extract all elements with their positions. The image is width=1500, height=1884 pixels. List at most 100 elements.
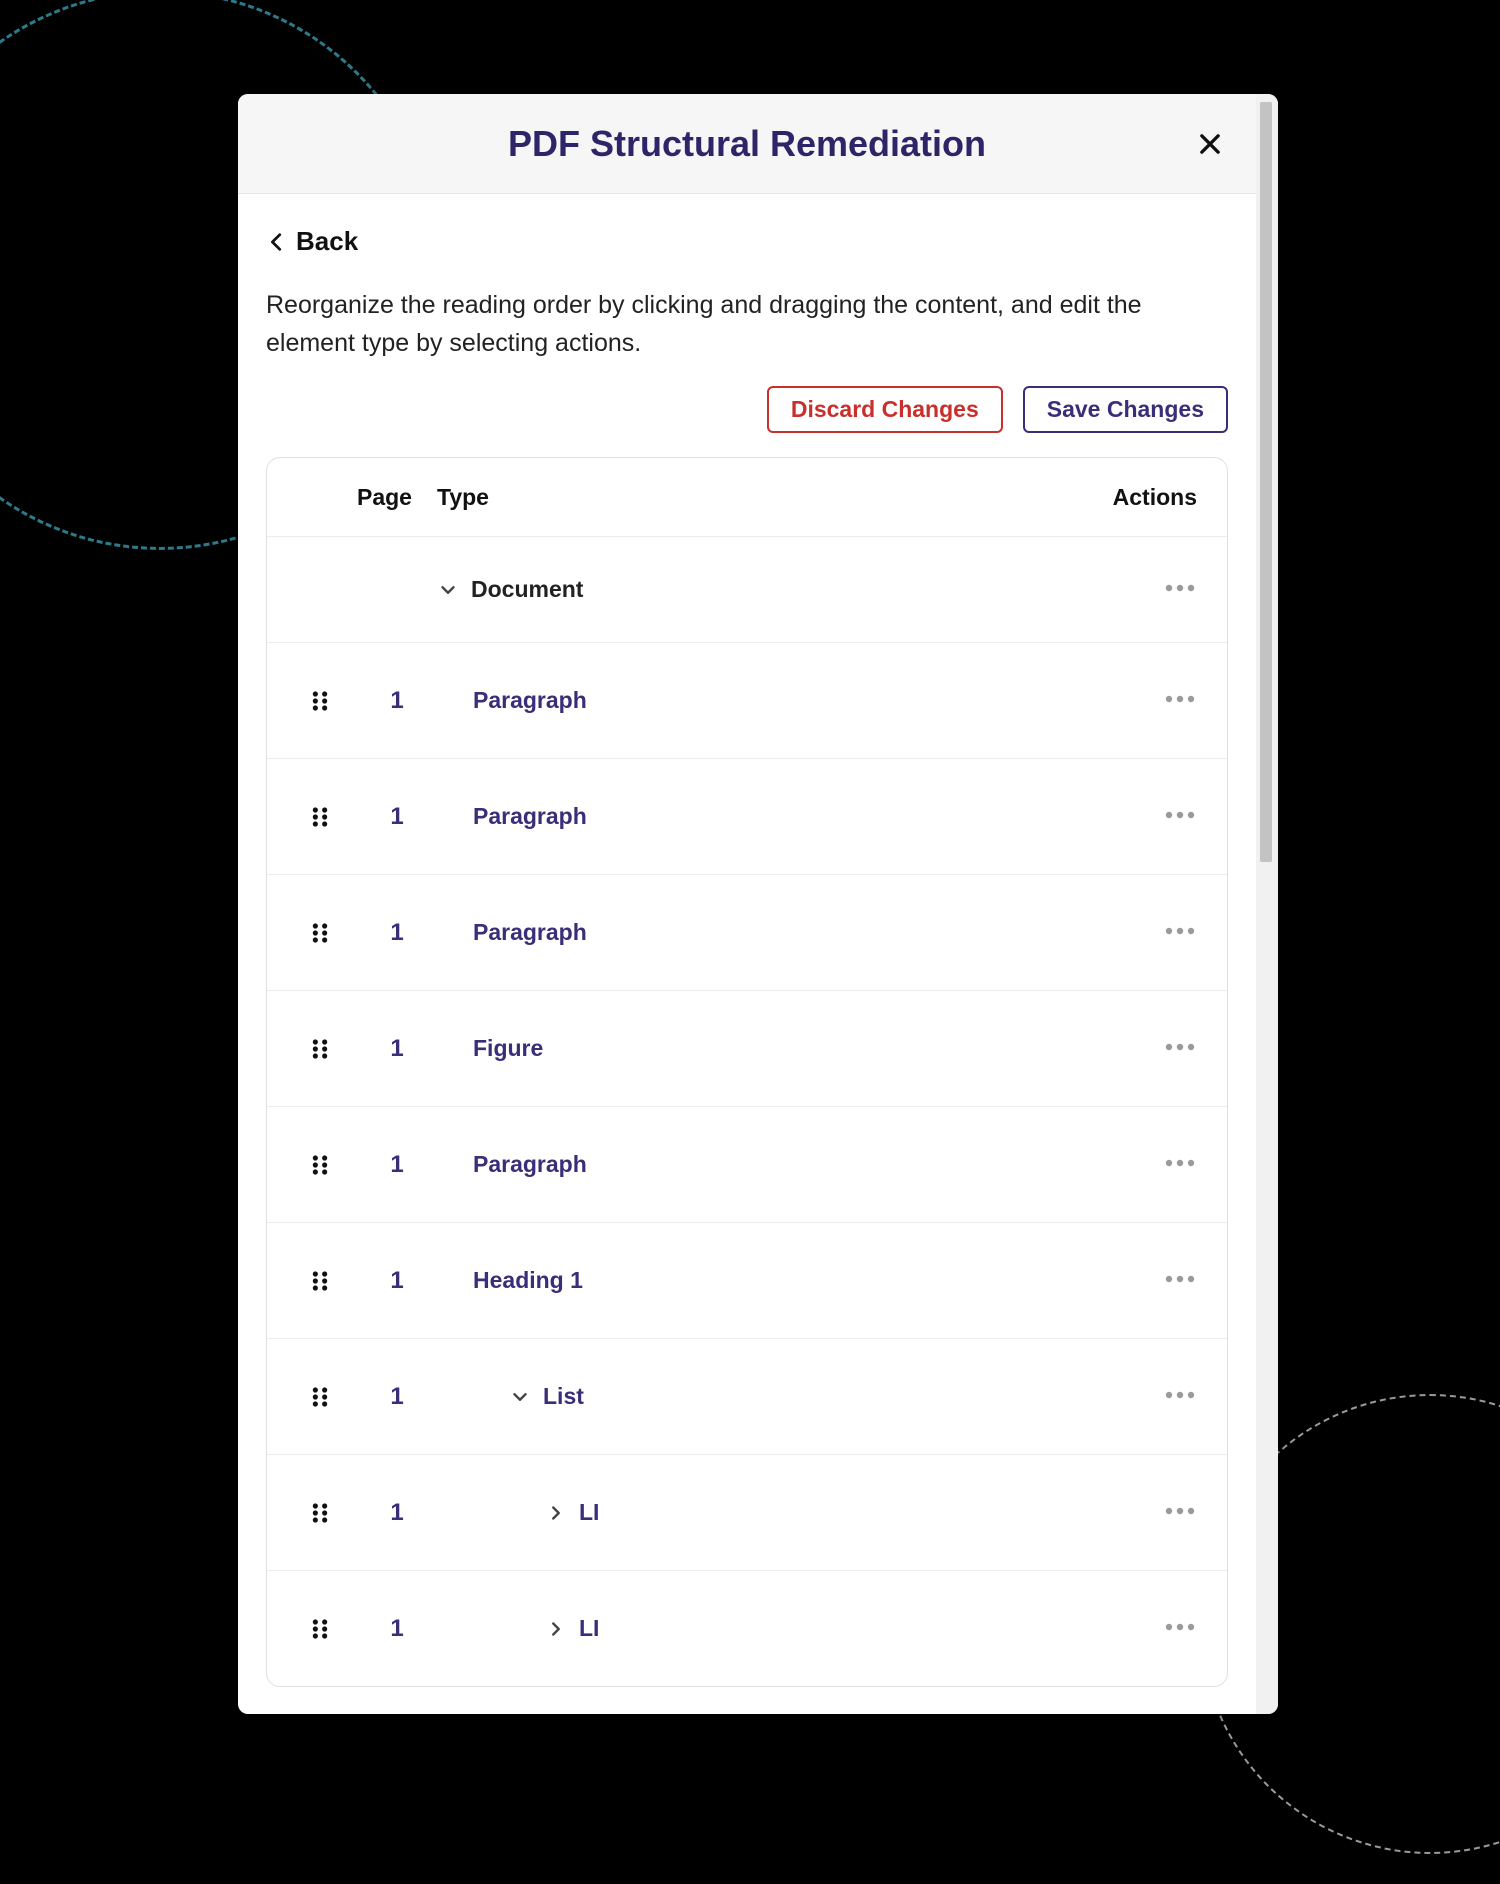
actions-cell xyxy=(1077,1272,1197,1290)
table-row[interactable]: 1Paragraph xyxy=(267,1106,1227,1222)
structure-table: Page Type Actions Document 1 Paragraph 1 Par… xyxy=(266,457,1228,1687)
actions-cell xyxy=(1077,1156,1197,1174)
table-row[interactable]: 1 Paragraph xyxy=(267,642,1227,758)
table-row[interactable]: 1 Paragraph xyxy=(267,874,1227,990)
type-cell: List xyxy=(437,1383,1077,1410)
drag-handle-icon xyxy=(306,803,334,831)
type-cell: Paragraph xyxy=(437,687,1077,714)
scrollbar[interactable] xyxy=(1256,94,1278,1714)
drag-handle-icon xyxy=(306,1615,334,1643)
table-row[interactable]: 1LI xyxy=(267,1570,1227,1686)
chevron-left-icon xyxy=(266,228,288,256)
type-label: LI xyxy=(579,1615,599,1642)
more-icon xyxy=(1163,1157,1197,1169)
drag-handle-icon xyxy=(306,1035,334,1063)
type-cell: Heading 1 xyxy=(437,1267,1077,1294)
row-actions-button[interactable] xyxy=(1163,581,1197,599)
more-icon xyxy=(1163,1389,1197,1401)
type-cell: Document xyxy=(437,576,1077,603)
drag-handle[interactable] xyxy=(283,1035,357,1063)
drag-handle[interactable] xyxy=(283,1383,357,1411)
expand-toggle[interactable] xyxy=(545,1618,567,1640)
drag-handle[interactable] xyxy=(283,1267,357,1295)
column-header-page: Page xyxy=(357,484,437,511)
scrollbar-thumb[interactable] xyxy=(1260,102,1272,862)
table-row[interactable]: 1 Figure xyxy=(267,990,1227,1106)
type-label: LI xyxy=(579,1499,599,1526)
type-cell: Paragraph xyxy=(437,803,1077,830)
drag-handle[interactable] xyxy=(283,803,357,831)
page-cell: 1 xyxy=(357,1267,437,1295)
more-icon xyxy=(1163,1505,1197,1517)
button-row: Discard Changes Save Changes xyxy=(266,386,1228,433)
chevron-down-icon xyxy=(509,1386,531,1408)
page-cell: 1 xyxy=(357,687,437,715)
remediation-dialog: PDF Structural Remediation Back Reorgani… xyxy=(238,94,1278,1714)
row-actions-button[interactable] xyxy=(1163,1040,1197,1058)
table-row[interactable]: Document xyxy=(267,536,1227,642)
drag-handle[interactable] xyxy=(283,687,357,715)
row-actions-button[interactable] xyxy=(1163,808,1197,826)
actions-cell xyxy=(1077,1388,1197,1406)
table-row[interactable]: 1 Heading 1 xyxy=(267,1222,1227,1338)
row-actions-button[interactable] xyxy=(1163,1272,1197,1290)
table-header: Page Type Actions xyxy=(267,458,1227,536)
type-label: Paragraph xyxy=(473,1151,587,1178)
actions-cell xyxy=(1077,1620,1197,1638)
type-label: List xyxy=(543,1383,584,1410)
type-cell: Paragraph xyxy=(437,919,1077,946)
column-header-actions: Actions xyxy=(1077,484,1197,511)
drag-handle[interactable] xyxy=(283,1151,357,1179)
drag-handle-icon xyxy=(306,919,334,947)
table-row[interactable]: 1 LI xyxy=(267,1454,1227,1570)
type-label: Figure xyxy=(473,1035,543,1062)
page-cell: 1 xyxy=(357,919,437,947)
row-actions-button[interactable] xyxy=(1163,1620,1197,1638)
type-label: Heading 1 xyxy=(473,1267,583,1294)
drag-handle-icon xyxy=(306,1383,334,1411)
type-cell: Figure xyxy=(437,1035,1077,1062)
row-actions-button[interactable] xyxy=(1163,1504,1197,1522)
actions-cell xyxy=(1077,924,1197,942)
row-actions-button[interactable] xyxy=(1163,1388,1197,1406)
dialog-titlebar: PDF Structural Remediation xyxy=(238,94,1256,194)
discard-changes-button[interactable]: Discard Changes xyxy=(767,386,1003,433)
column-header-type: Type xyxy=(437,484,1077,511)
row-actions-button[interactable] xyxy=(1163,692,1197,710)
more-icon xyxy=(1163,582,1197,594)
dialog-title: PDF Structural Remediation xyxy=(508,123,986,165)
actions-cell xyxy=(1077,1504,1197,1522)
actions-cell xyxy=(1077,581,1197,599)
row-actions-button[interactable] xyxy=(1163,1156,1197,1174)
description-text: Reorganize the reading order by clicking… xyxy=(266,287,1228,362)
type-label: Document xyxy=(471,576,583,603)
drag-handle-icon xyxy=(306,1151,334,1179)
expand-toggle[interactable] xyxy=(545,1502,567,1524)
type-cell: LI xyxy=(437,1499,1077,1526)
page-cell: 1 xyxy=(357,1035,437,1063)
table-row[interactable]: 1Paragraph xyxy=(267,758,1227,874)
type-cell: LI xyxy=(437,1615,1077,1642)
back-button[interactable]: Back xyxy=(266,226,1228,257)
actions-cell xyxy=(1077,808,1197,826)
type-label: Paragraph xyxy=(473,687,587,714)
chevron-right-icon xyxy=(545,1502,567,1524)
type-label: Paragraph xyxy=(473,919,587,946)
actions-cell xyxy=(1077,692,1197,710)
page-cell: 1 xyxy=(357,1383,437,1411)
page-cell: 1 xyxy=(357,1499,437,1527)
row-actions-button[interactable] xyxy=(1163,924,1197,942)
close-button[interactable] xyxy=(1188,122,1232,166)
drag-handle[interactable] xyxy=(283,1499,357,1527)
more-icon xyxy=(1163,925,1197,937)
table-row[interactable]: 1 List xyxy=(267,1338,1227,1454)
close-icon xyxy=(1196,130,1224,158)
drag-handle-icon xyxy=(306,1267,334,1295)
expand-toggle[interactable] xyxy=(437,579,459,601)
save-changes-button[interactable]: Save Changes xyxy=(1023,386,1228,433)
expand-toggle[interactable] xyxy=(509,1386,531,1408)
drag-handle[interactable] xyxy=(283,1615,357,1643)
chevron-down-icon xyxy=(437,579,459,601)
type-cell: Paragraph xyxy=(437,1151,1077,1178)
drag-handle[interactable] xyxy=(283,919,357,947)
